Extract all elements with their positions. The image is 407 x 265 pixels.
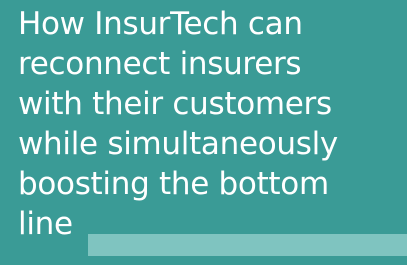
headline-line-1: How InsurTech can	[18, 6, 303, 42]
article-headline[interactable]: How InsurTech can reconnect insurers wit…	[18, 4, 403, 244]
headline-line-2: reconnect insurers	[18, 46, 302, 82]
article-teaser-card[interactable]: How InsurTech can reconnect insurers wit…	[0, 0, 407, 265]
accent-bar	[88, 234, 407, 256]
headline-line-3: with their customers	[18, 86, 332, 122]
headline-line-5: boosting the bottom	[18, 166, 329, 202]
headline-line-6: line	[18, 206, 73, 242]
headline-line-4: while simultaneously	[18, 126, 338, 162]
